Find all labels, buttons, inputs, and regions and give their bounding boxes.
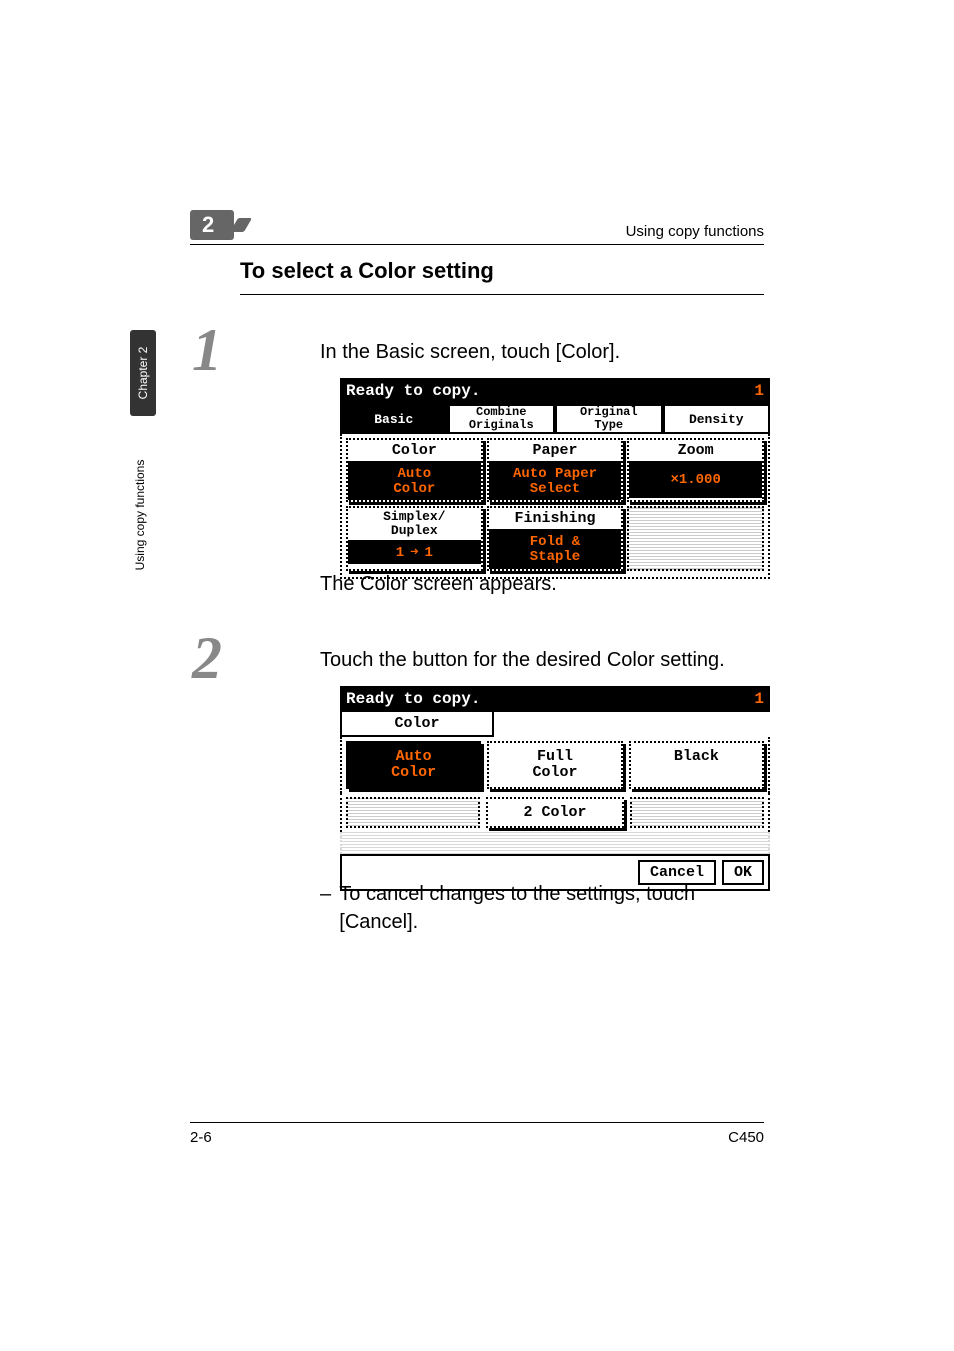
step-1-number: 1 (192, 320, 222, 380)
side-tab-light: Using copy functions (130, 440, 156, 590)
tile-color-value: AutoColor (348, 463, 481, 500)
side-tab-dark-label: Chapter 2 (136, 347, 150, 400)
color-screen-tab-row: Color (340, 712, 770, 737)
tile-simplex-duplex[interactable]: Simplex/Duplex 1➜1 (346, 506, 483, 570)
tile-zoom[interactable]: Zoom ×1.000 (627, 438, 764, 502)
step-1-text: In the Basic screen, touch [Color]. (320, 338, 764, 366)
running-header-text: Using copy functions (244, 223, 764, 240)
step-2-note: – To cancel changes to the settings, tou… (320, 880, 764, 936)
tile-paper[interactable]: Paper Auto PaperSelect (487, 438, 624, 502)
tile-color[interactable]: Color AutoColor (346, 438, 483, 502)
color-count: 1 (754, 690, 764, 708)
side-tab-light-label: Using copy functions (133, 460, 147, 571)
basic-screen-tiles: Color AutoColor Paper Auto PaperSelect Z… (340, 434, 770, 579)
color-screen-panel: Ready to copy. 1 Color AutoColor FullCol… (340, 686, 770, 891)
tab-combine-originals[interactable]: CombineOriginals (448, 404, 556, 434)
color-screen-spacer (340, 832, 770, 854)
color-screen-tab: Color (340, 712, 494, 737)
step-1-result-text: The Color screen appears. (320, 570, 764, 598)
tile-finishing[interactable]: Finishing Fold &Staple (487, 506, 624, 570)
basic-screen-statusbar: Ready to copy. 1 (340, 378, 770, 404)
running-header: 2 Using copy functions (190, 210, 764, 245)
basic-count: 1 (754, 382, 764, 400)
tile-simplex-header: Simplex/Duplex (348, 508, 481, 541)
option-black[interactable]: Black (629, 741, 764, 789)
tab-original-type[interactable]: OriginalType (555, 404, 663, 434)
step-2-text: Touch the button for the desired Color s… (320, 646, 764, 674)
color-screen-statusbar: Ready to copy. 1 (340, 686, 770, 712)
option-full-color[interactable]: FullColor (487, 741, 622, 789)
arrow-right-icon: ➜ (410, 545, 418, 561)
step-2-note-text: To cancel changes to the settings, touch… (339, 880, 764, 936)
tile-empty (627, 506, 764, 570)
tile-zoom-header: Zoom (629, 440, 762, 463)
dash-bullet: – (320, 880, 339, 936)
step-2-number: 2 (192, 628, 222, 688)
tile-color-header: Color (348, 440, 481, 463)
color-options-row-1: AutoColor FullColor Black (340, 737, 770, 793)
page-footer: 2-6 C450 (190, 1122, 764, 1146)
tile-paper-value: Auto PaperSelect (489, 463, 622, 500)
basic-screen-panel: Ready to copy. 1 Basic CombineOriginals … (340, 378, 770, 579)
color-options-row-2: 2 Color (340, 793, 770, 833)
tile-zoom-value: ×1.000 (629, 463, 762, 498)
chapter-number: 2 (202, 212, 214, 238)
tile-finishing-header: Finishing (489, 508, 622, 531)
basic-screen-tabs: Basic CombineOriginals OriginalType Dens… (340, 404, 770, 434)
tab-density[interactable]: Density (663, 404, 771, 434)
section-heading: To select a Color setting (240, 258, 764, 295)
tab-basic[interactable]: Basic (340, 404, 448, 434)
footer-page-number: 2-6 (190, 1129, 212, 1146)
option-2-color[interactable]: 2 Color (486, 797, 624, 829)
side-tab-dark: Chapter 2 (130, 330, 156, 416)
tile-paper-header: Paper (489, 440, 622, 463)
color-status-text: Ready to copy. (346, 690, 480, 708)
tile-simplex-value: 1➜1 (348, 542, 481, 565)
option-auto-color[interactable]: AutoColor (346, 741, 481, 789)
option-blank-left (346, 797, 480, 829)
option-blank-right (630, 797, 764, 829)
chapter-badge: 2 (190, 210, 234, 240)
tile-finishing-value: Fold &Staple (489, 531, 622, 568)
footer-model: C450 (728, 1129, 764, 1146)
side-tab: Chapter 2 Using copy functions (130, 330, 156, 580)
basic-status-text: Ready to copy. (346, 382, 480, 400)
